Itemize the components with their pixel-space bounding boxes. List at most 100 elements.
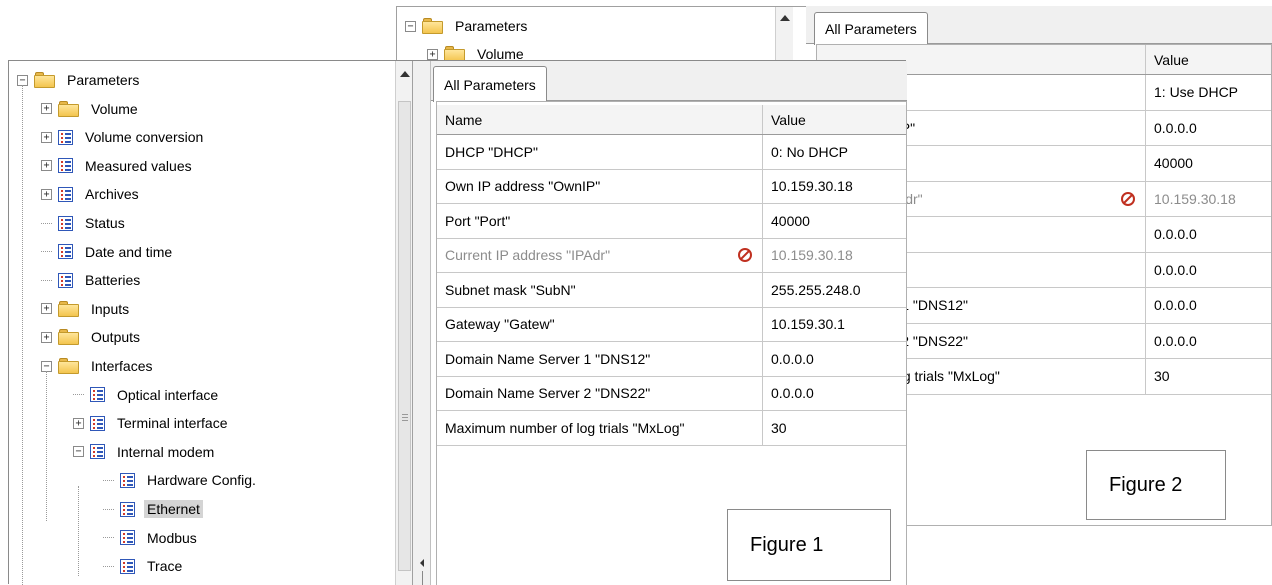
parameter-value-cell[interactable]: 10.159.30.18 [763, 170, 906, 204]
tree-item[interactable]: + Archives [41, 180, 142, 208]
parameter-value-cell[interactable]: 10.159.30.18 [1146, 182, 1271, 217]
parameter-value-cell[interactable]: 0.0.0.0 [1146, 288, 1271, 323]
caption-text: Figure 2 [1109, 473, 1183, 496]
parameter-value-cell[interactable]: 255.255.248.0 [763, 273, 906, 307]
parameter-value-cell[interactable]: 10.159.30.1 [763, 308, 906, 342]
parameter-value-cell[interactable]: 30 [1146, 359, 1271, 394]
expand-icon[interactable]: + [73, 417, 84, 429]
parameter-value-cell[interactable]: 1: Use DHCP [1146, 75, 1271, 110]
parameter-value-cell[interactable]: 0.0.0.0 [1146, 324, 1271, 359]
scroll-up-icon[interactable] [400, 71, 410, 77]
list-icon [58, 129, 73, 145]
folder-icon [58, 329, 80, 346]
scroll-up-icon[interactable] [780, 15, 790, 21]
collapse-icon[interactable]: − [405, 20, 416, 32]
list-icon [120, 558, 135, 574]
tree-item[interactable]: + Outputs [41, 323, 143, 351]
tree-item[interactable]: + Inputs [41, 295, 132, 323]
tree-item-label: Optical interface [117, 386, 219, 403]
parameter-value-cell[interactable]: 0.0.0.0 [763, 377, 906, 411]
table-row[interactable]: Maximum number of log trials "MxLog" 30 [437, 411, 906, 446]
parameter-name: Current IP address "IPAdr" [445, 247, 611, 264]
table-row[interactable]: Own IP address "OwnIP" 10.159.30.18 [437, 169, 906, 204]
table-row[interactable]: Current IP address "IPAdr" 10.159.30.18 [437, 238, 906, 273]
table-row[interactable]: DHCP "DHCP" 0: No DHCP [437, 135, 906, 170]
parameter-value-cell[interactable]: 10.159.30.18 [763, 239, 906, 273]
collapse-icon[interactable]: − [41, 360, 52, 372]
tree-item[interactable]: − Interfaces [41, 352, 155, 380]
tree-item-label: Volume [91, 100, 138, 117]
folder-icon [58, 300, 80, 317]
tree-item[interactable]: Ethernet [103, 495, 203, 523]
tree-item-label: Outputs [91, 329, 141, 346]
tree-item[interactable]: Hardware Config. [103, 466, 259, 494]
tree-item[interactable]: Trace [103, 552, 185, 580]
parameter-name-cell: Own IP address "OwnIP" [437, 169, 763, 203]
folder-open-icon [58, 358, 80, 374]
tree-item[interactable]: + Measured values [41, 152, 195, 180]
expand-icon[interactable]: + [41, 160, 52, 172]
parameter-value-cell[interactable]: 30 [763, 411, 906, 445]
read-only-icon [1121, 191, 1135, 206]
expand-icon[interactable]: + [41, 103, 52, 115]
parameter-name: Own IP address "OwnIP" [445, 178, 601, 195]
table-row[interactable]: Domain Name Server 1 "DNS12" 0.0.0.0 [437, 342, 906, 377]
tree-item-label: Internal modem [117, 443, 215, 460]
tree-item[interactable]: + Volume conversion [41, 123, 206, 151]
fig1-tree-scrollbar[interactable] [395, 61, 412, 585]
tree-connector [103, 508, 114, 510]
fig1-caption: Figure 1 [727, 509, 891, 581]
expand-icon[interactable]: + [41, 188, 52, 200]
parameter-value-cell[interactable]: 0: No DHCP [763, 135, 906, 169]
read-only-icon [738, 248, 752, 263]
parameter-name: Port "Port" [445, 212, 511, 229]
tab-label: All Parameters [825, 21, 917, 37]
tab-label: All Parameters [444, 76, 536, 93]
parameter-value-cell[interactable]: 40000 [763, 204, 906, 238]
tree-item[interactable]: Status [41, 209, 128, 237]
parameter-value-cell[interactable]: 0.0.0.0 [1146, 217, 1271, 252]
tree-item[interactable]: Optical interface [73, 381, 221, 409]
tree-item[interactable]: + Volume [41, 95, 141, 123]
tree-item-label: Batteries [85, 272, 141, 289]
fig1-tab-all-parameters[interactable]: All Parameters [433, 66, 547, 102]
parameter-value-cell[interactable]: 40000 [1146, 146, 1271, 181]
tree-item[interactable]: − Internal modem [73, 438, 217, 466]
tree-item-label: Status [85, 215, 125, 231]
tree-item[interactable]: − Parameters [17, 66, 142, 94]
fig2-tree-scrollbar[interactable] [775, 7, 793, 65]
tree-connector [103, 537, 114, 539]
value-column-header[interactable]: Value [763, 105, 906, 134]
table-row[interactable]: Port "Port" 40000 [437, 204, 906, 239]
parameter-name-cell: Gateway "Gatew" [437, 307, 763, 341]
tree-item[interactable]: Date and time [41, 238, 175, 266]
parameter-value-cell[interactable]: 0.0.0.0 [1146, 111, 1271, 146]
tree-connector [41, 251, 52, 253]
collapse-icon[interactable]: − [73, 446, 84, 458]
value-column-header[interactable]: Value [1146, 45, 1271, 74]
tree-connector [103, 479, 114, 481]
expand-icon[interactable]: + [41, 331, 52, 343]
fig2-tree-item-parameters[interactable]: − Parameters [405, 12, 530, 40]
table-row[interactable]: Gateway "Gatew" 10.159.30.1 [437, 307, 906, 342]
expand-icon[interactable]: + [41, 131, 52, 143]
name-column-header[interactable]: Name [437, 105, 763, 134]
splitter[interactable] [413, 61, 431, 585]
list-icon [90, 387, 105, 403]
fig2-tab-all-parameters[interactable]: All Parameters [814, 12, 928, 45]
collapse-icon[interactable]: − [17, 74, 28, 86]
tree-item-label: Ethernet [144, 500, 203, 518]
table-row[interactable]: Subnet mask "SubN" 255.255.248.0 [437, 273, 906, 308]
parameter-value-cell[interactable]: 0.0.0.0 [1146, 253, 1271, 288]
tree-item[interactable]: Modbus [103, 524, 200, 552]
expand-icon[interactable]: + [41, 303, 52, 315]
parameter-name-cell: Subnet mask "SubN" [437, 273, 763, 307]
table-row[interactable]: Domain Name Server 2 "DNS22" 0.0.0.0 [437, 376, 906, 411]
tree-item-label: Measured values [85, 157, 192, 174]
fig2-caption: Figure 2 [1086, 450, 1226, 520]
scrollbar-thumb[interactable] [398, 101, 411, 571]
parameter-value-cell[interactable]: 0.0.0.0 [763, 342, 906, 376]
expand-icon[interactable]: + [427, 48, 438, 60]
tree-item[interactable]: Batteries [41, 266, 143, 294]
tree-item[interactable]: + Terminal interface [73, 409, 231, 437]
